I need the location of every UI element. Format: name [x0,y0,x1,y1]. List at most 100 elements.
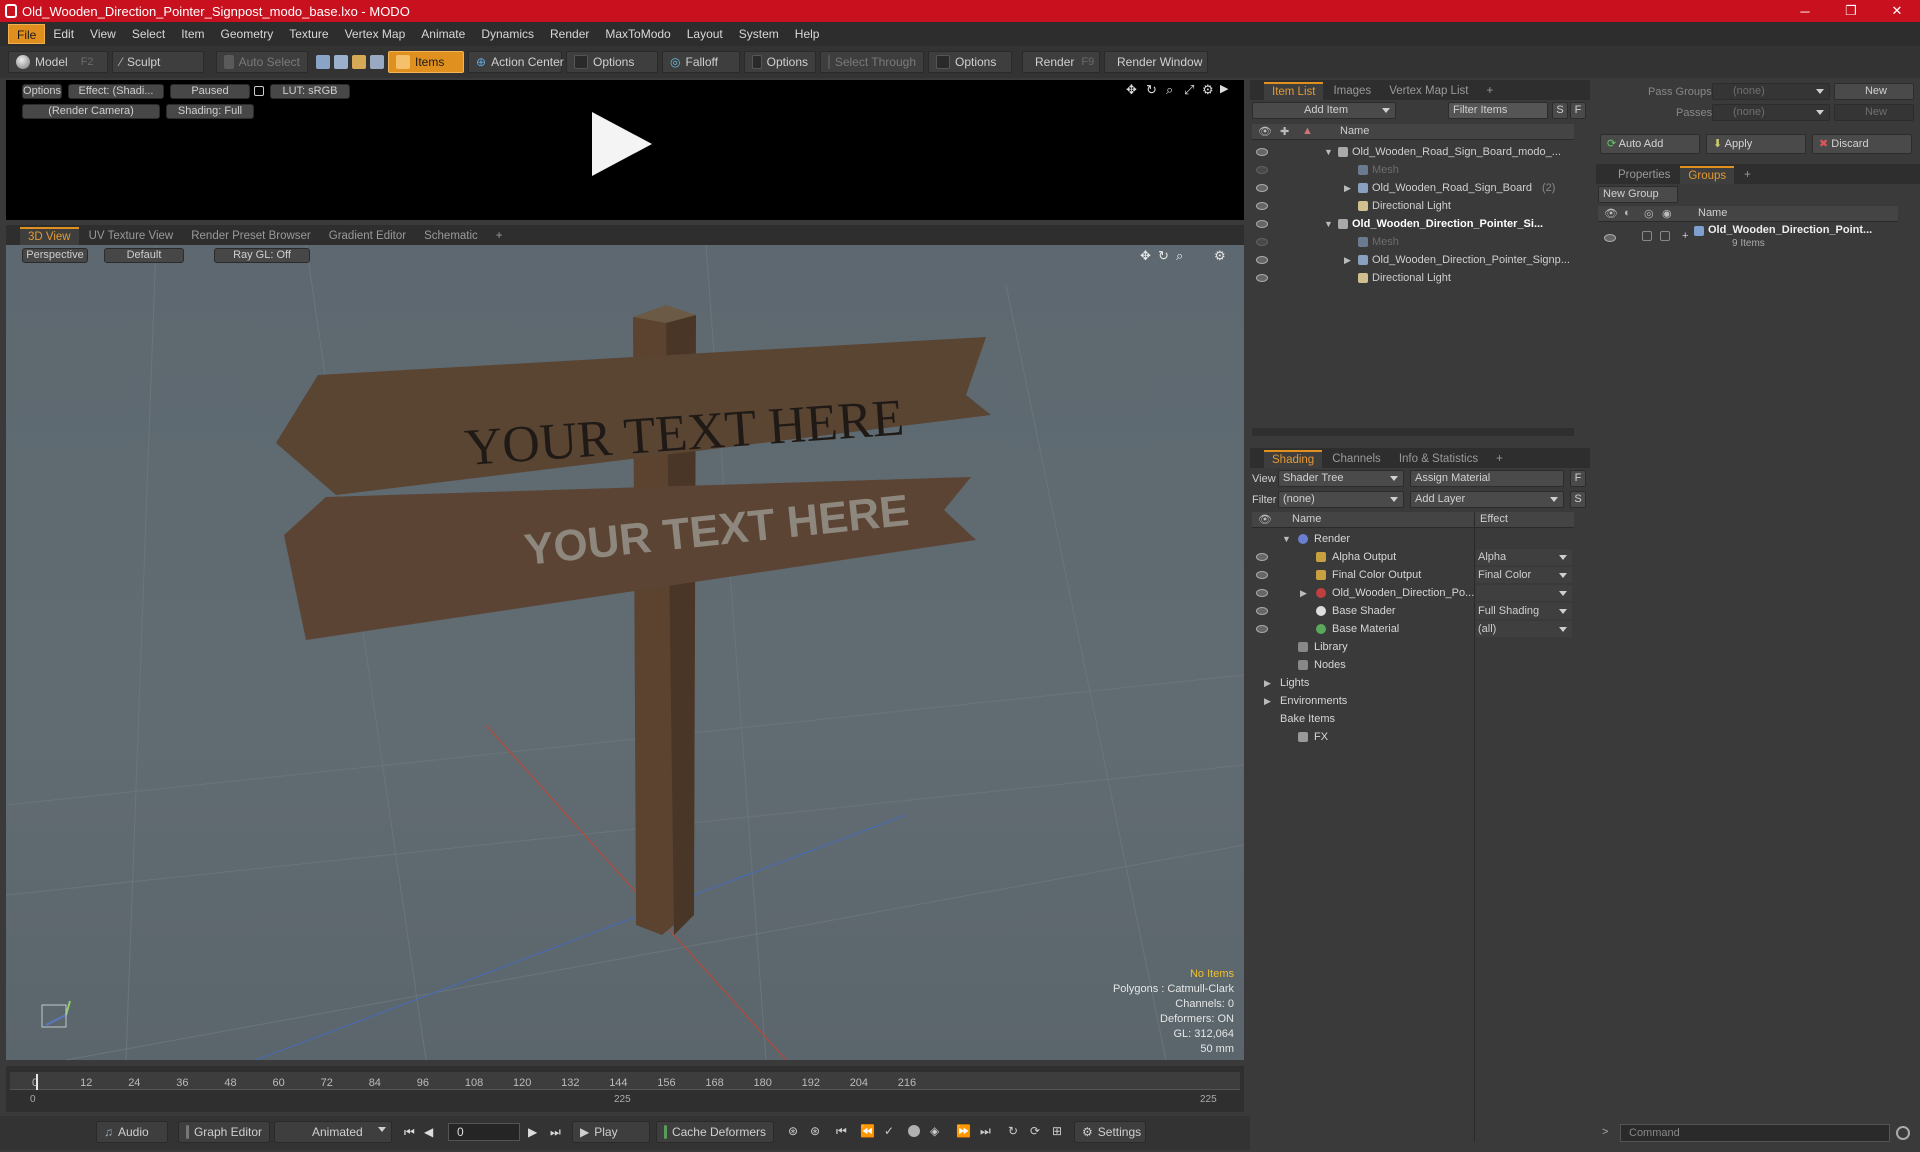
lock-icon[interactable] [254,86,264,96]
tab-schematic[interactable]: Schematic [416,227,486,245]
menu-view[interactable]: View [82,24,124,44]
item-list-row[interactable]: ▼ Old_Wooden_Direction_Pointer_Si... [1250,215,1572,233]
polygon-select-icon[interactable] [352,55,366,69]
items-mode-button[interactable]: Items [388,51,464,73]
material-select-icon[interactable] [370,55,384,69]
zoom-icon[interactable]: ⌕ [1176,248,1183,264]
cache-deformers-button[interactable]: Cache Deformers [656,1121,774,1143]
collapse-icon[interactable]: ▼ [1324,143,1333,161]
eye-icon[interactable] [1256,166,1268,174]
play-icon[interactable] [592,112,652,176]
group-row[interactable]: + Old_Wooden_Direction_Point... 9 Items [1598,224,1898,254]
expand-icon[interactable]: ▶ [1300,584,1307,602]
edge-select-icon[interactable] [334,55,348,69]
rotate-icon[interactable]: ↻ [1158,248,1169,264]
options-button-1[interactable]: Options [566,51,658,73]
auto-select-button[interactable]: Auto Select [216,51,308,73]
tab-uv-texture-view[interactable]: UV Texture View [81,227,182,245]
shader-tree-row[interactable]: Final Color Output Final Color [1250,566,1572,584]
shader-tree-row[interactable]: Bake Items [1250,710,1572,728]
eye-icon[interactable] [1256,256,1268,264]
effect-dropdown[interactable]: (all) [1476,621,1572,637]
command-input[interactable]: Command [1620,1124,1890,1142]
effect-dropdown[interactable]: Effect: (Shadi... [68,84,164,99]
collapse-icon[interactable]: ▼ [1324,215,1333,233]
effect-dropdown[interactable] [1476,585,1572,601]
preview-options-button[interactable]: Options [22,84,62,99]
eye-icon[interactable] [1604,234,1616,242]
sculpt-mode-button[interactable]: ⁄ Sculpt [112,51,204,73]
eye-icon[interactable] [1256,238,1268,246]
options-button-3[interactable]: Options [928,51,1012,73]
tab-channels[interactable]: Channels [1324,450,1389,468]
close-button[interactable]: ✕ [1874,0,1920,22]
menu-layout[interactable]: Layout [679,24,731,44]
item-list-row[interactable]: ▼ Old_Wooden_Road_Sign_Board_modo_... [1250,143,1572,161]
filter-dropdown[interactable]: (none) [1278,491,1404,508]
checkbox-icon[interactable] [1660,231,1670,241]
item-list-row[interactable]: ▶ Old_Wooden_Direction_Pointer_Signp... [1250,251,1572,269]
menu-geometry[interactable]: Geometry [213,24,282,44]
key-icon[interactable]: ⊛ [788,1124,798,1138]
item-list-row[interactable]: Mesh [1250,233,1572,251]
render-button[interactable]: Render F9 [1022,51,1100,73]
options-button-2[interactable]: Options [744,51,816,73]
eye-icon[interactable] [1256,607,1268,615]
menu-select[interactable]: Select [124,24,173,44]
model-mode-button[interactable]: Model F2 [8,51,108,73]
tab-shading[interactable]: Shading [1264,450,1323,468]
minimize-button[interactable]: ─ [1782,0,1828,22]
record-command-icon[interactable] [1896,1126,1910,1140]
eye-icon[interactable] [1256,184,1268,192]
pass-groups-dropdown[interactable]: (none) [1712,83,1830,100]
auto-add-button[interactable]: ⟳ Auto Add [1600,134,1700,154]
key-filter-icon[interactable]: ◈ [930,1124,939,1138]
shader-tree-row[interactable]: ▼ Render [1250,530,1572,548]
audio-button[interactable]: ♫ Audio [96,1121,168,1143]
item-list-row[interactable]: Directional Light [1250,269,1572,287]
menu-system[interactable]: System [731,24,787,44]
view-dropdown[interactable]: Shader Tree [1278,470,1404,487]
tab-gradient-editor[interactable]: Gradient Editor [321,227,414,245]
perspective-dropdown[interactable]: Perspective [22,248,88,263]
new-pass-button[interactable]: New [1834,104,1914,121]
shader-tree-row[interactable]: FX [1250,728,1572,746]
maximize-view-icon[interactable]: ⤢ [1184,82,1194,98]
effect-dropdown[interactable]: Final Color [1476,567,1572,583]
filter-f-button[interactable]: F [1570,102,1586,119]
record-icon[interactable] [908,1125,920,1137]
viewport-3d[interactable]: YOUR TEXT HERE YOUR TEXT HERE Perspectiv… [6,245,1244,1060]
settings-button[interactable]: ⚙ Settings [1074,1121,1146,1143]
menu-animate[interactable]: Animate [413,24,473,44]
skip-end-icon[interactable]: ⏭ [550,1125,561,1140]
animated-dropdown[interactable]: Animated [274,1121,392,1143]
add-layer-dropdown[interactable]: Add Layer [1410,491,1564,508]
item-list-row[interactable]: Mesh [1250,161,1572,179]
menu-file[interactable]: File [8,24,46,44]
refresh-icon[interactable]: ⟳ [1030,1124,1040,1138]
action-center-button[interactable]: ⊕ Action Center [468,51,564,73]
tab-groups[interactable]: Groups [1680,166,1735,184]
eye-icon[interactable] [1256,148,1268,156]
move-icon[interactable]: ✥ [1126,82,1137,98]
gear-icon[interactable]: ⚙ [1214,248,1226,264]
item-list-row[interactable]: ▶ Old_Wooden_Road_Sign_Board (2) [1250,179,1572,197]
add-tab-button[interactable]: + [1736,166,1759,184]
passes-dropdown[interactable]: (none) [1712,104,1830,121]
menu-item[interactable]: Item [173,24,212,44]
prev-key-icon[interactable]: ⏮ [836,1124,847,1139]
effect-dropdown[interactable]: Full Shading [1476,603,1572,619]
collapse-icon[interactable]: ▼ [1282,530,1291,548]
expand-icon[interactable]: ▶ [1344,179,1351,197]
assign-material-button[interactable]: Assign Material [1410,470,1564,487]
snap-icon[interactable]: ⊞ [1052,1124,1062,1138]
raygl-dropdown[interactable]: Ray GL: Off [214,248,310,263]
eye-icon[interactable] [1256,220,1268,228]
graph-editor-button[interactable]: Graph Editor [178,1121,270,1143]
playhead[interactable] [36,1074,38,1090]
shading-f-button[interactable]: F [1570,470,1586,487]
expand-icon[interactable]: ▶ [1264,674,1271,692]
menu-help[interactable]: Help [787,24,828,44]
loop-icon[interactable]: ↻ [1008,1124,1018,1138]
shading-s-button[interactable]: S [1570,491,1586,508]
